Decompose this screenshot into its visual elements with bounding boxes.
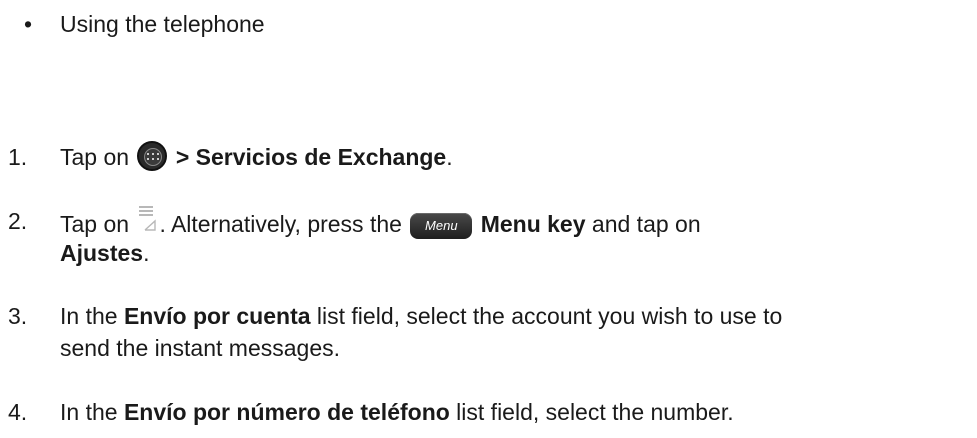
step-4-bold: Envío por número de teléfono (123, 399, 450, 425)
step-2-number: 2. (8, 208, 28, 234)
step-3-bold: Envío por cuenta (123, 303, 311, 329)
step-1-prefix: Tap on (60, 144, 136, 170)
step-4-suffix: list field, select the number. (449, 399, 734, 425)
step-2-line2-bold: Ajustes (60, 240, 144, 266)
step-2-prefix: Tap on (60, 211, 136, 237)
bullet-symbol: • (24, 11, 33, 37)
step-2-bold: Menu key (474, 211, 586, 237)
step-3-text: In the Envío por cuenta list field, sele… (60, 299, 782, 333)
step-2-line2-suffix: . (143, 240, 150, 266)
menu-key-icon: Menu (410, 213, 473, 239)
step-3-prefix: In the (60, 303, 124, 329)
step-3-suffix: list field, select the account you wish … (310, 303, 783, 329)
bullet-text: Using the telephone (60, 11, 265, 37)
step-3-line2-text: send the instant messages. (60, 335, 340, 361)
step-1-suffix: . (446, 144, 453, 170)
step-4-prefix: In the (60, 399, 124, 425)
step-4-number: 4. (8, 399, 28, 425)
step-1-text: Tap on > Servicios de Exchange. (60, 140, 453, 174)
step-1-number: 1. (8, 144, 28, 170)
step-2-middle2: and tap on (585, 211, 701, 237)
settings-menu-icon (137, 204, 159, 234)
step-2-middle: . Alternatively, press the (159, 211, 409, 237)
step-1-bold: > Servicios de Exchange (169, 144, 447, 170)
step-3-number: 3. (8, 303, 28, 329)
apps-grid-icon (137, 141, 168, 171)
step-4-text: In the Envío por número de teléfono list… (60, 395, 734, 429)
step-2-text: Tap on . Alternatively, press the Menu M… (60, 204, 701, 241)
